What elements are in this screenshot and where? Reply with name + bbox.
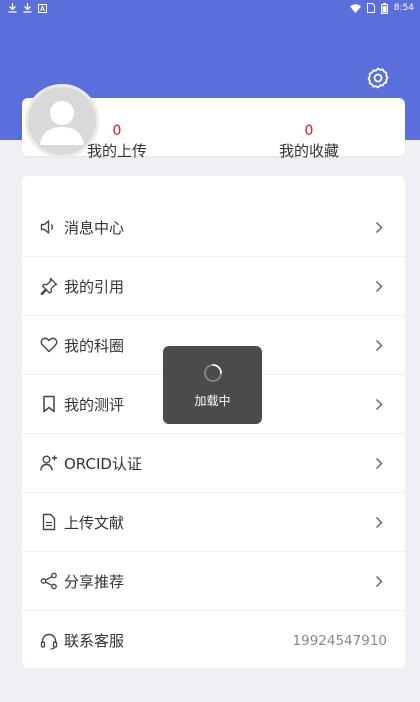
menu-item-label: 联系客服: [64, 632, 125, 650]
menu-item-label: 我的引用: [64, 277, 125, 296]
chevron-right-icon: [373, 574, 385, 588]
status-bar: 8:54: [0, 0, 420, 16]
favorites-count: 0: [304, 123, 314, 139]
my-favorites-stat[interactable]: 0 我的收藏: [249, 122, 369, 161]
settings-button[interactable]: [364, 64, 392, 92]
app-notification-icon: [38, 3, 47, 13]
menu-item-citations[interactable]: 我的引用: [22, 257, 405, 316]
share-icon: [40, 572, 58, 590]
chevron-right-icon: [373, 279, 385, 293]
menu-item-customer-service[interactable]: 联系客服 19924547910: [22, 611, 405, 670]
sim-icon: [366, 3, 375, 13]
add-user-icon: [40, 454, 58, 472]
bookmark-icon: [40, 395, 58, 413]
menu-item-upload-literature[interactable]: 上传文献: [22, 493, 405, 552]
menu-item-orcid[interactable]: ORCID认证: [22, 434, 405, 493]
loading-text: 加载中: [194, 393, 231, 408]
uploads-count: 0: [112, 123, 122, 139]
spinner-icon: [203, 363, 222, 382]
chevron-right-icon: [373, 338, 385, 352]
headset-icon: [40, 632, 58, 650]
chevron-right-icon: [373, 515, 385, 529]
heart-icon: [40, 336, 58, 354]
download-icon: [23, 3, 32, 13]
wifi-icon: [349, 3, 361, 13]
speaker-icon: [40, 218, 58, 236]
loading-toast: 加载中: [163, 346, 262, 424]
menu-item-label: 上传文献: [64, 513, 125, 532]
menu-item-messages[interactable]: 消息中心: [22, 198, 405, 257]
gear-icon: [367, 67, 389, 89]
battery-icon: [380, 2, 388, 14]
chevron-right-icon: [373, 456, 385, 470]
menu-item-share[interactable]: 分享推荐: [22, 552, 405, 611]
service-phone-number[interactable]: 19924547910: [293, 633, 387, 649]
chevron-right-icon: [373, 397, 385, 411]
uploads-label: 我的上传: [86, 142, 147, 160]
status-time: 8:54: [393, 3, 414, 13]
menu-item-label: 分享推荐: [64, 572, 125, 591]
menu-item-label: ORCID认证: [64, 454, 142, 473]
pin-icon: [40, 277, 58, 295]
download-icon: [8, 3, 17, 13]
document-icon: [40, 513, 58, 531]
menu-item-label: 消息中心: [64, 218, 125, 237]
chevron-right-icon: [373, 220, 385, 234]
my-uploads-stat[interactable]: 0 我的上传: [57, 122, 177, 161]
favorites-label: 我的收藏: [278, 142, 339, 160]
